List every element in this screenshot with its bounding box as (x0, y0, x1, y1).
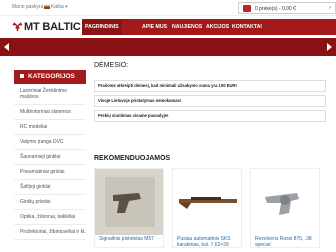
nav-about[interactable]: APIE MUS (142, 24, 167, 30)
product-image[interactable] (95, 169, 164, 235)
site-logo[interactable]: MT BALTIC (12, 20, 82, 34)
product-card[interactable]: Revolveris Rossi 875, .38 special (250, 168, 320, 248)
category-item[interactable]: RC modeliai (14, 120, 86, 135)
product-image[interactable] (251, 169, 320, 235)
product-image[interactable] (173, 169, 242, 235)
list-square-icon (20, 74, 24, 79)
notice-row: Visoje Lietuvoje pristatymas nemokamas! (94, 95, 326, 107)
account-menu[interactable]: Mano paskyra ▾ (12, 4, 47, 10)
category-item[interactable]: Šaunamieji ginklai (14, 150, 86, 165)
hero-slider (0, 38, 336, 56)
nav-news[interactable]: NAUJIENOS (172, 24, 202, 30)
brand-name: MT BALTIC (24, 21, 81, 33)
main-navigation: PAGRINDINIS APIE MUS NAUJIENOS AKCIJOS K… (82, 19, 336, 35)
category-sidebar: KATEGORIJOS Lazeriniai Ženklinimo mašino… (14, 70, 86, 240)
language-menu[interactable]: Kalba ▾ (44, 4, 68, 10)
category-item[interactable]: Multirotoriniai sistemos (14, 105, 86, 120)
category-item[interactable]: Šalt|eji ginklai (14, 180, 86, 195)
antlers-logo-icon (12, 22, 23, 32)
language-label: Kalba ▾ (51, 4, 68, 10)
top-bar: Mano paskyra ▾ Kalba ▾ 0 prekė(s) - 0,00… (0, 0, 336, 16)
product-card[interactable]: Signalinis pistoletas M57 (94, 168, 164, 248)
categories-header: KATEGORIJOS (14, 70, 86, 84)
category-item[interactable]: Valymo įranga DVC (14, 135, 86, 150)
product-name[interactable]: Revolveris Rossi 875, .38 special (255, 236, 319, 247)
notice-row: Prašome atkreipti dėmesį, kad minimali u… (94, 80, 326, 92)
category-item[interactable]: Ginklų priedai (14, 195, 86, 210)
main-content: DĖMESIO: Prašome atkreipti dėmesį, kad m… (94, 62, 326, 125)
cart-summary: 0 prekė(s) - 0,00 € (255, 6, 296, 12)
category-item[interactable]: Pneumatiniai ginklai (14, 165, 86, 180)
category-item[interactable]: Optika, žiūronai, taikikliai (14, 210, 86, 225)
cart-widget[interactable]: 0 prekė(s) - 0,00 € › (238, 2, 336, 14)
notice-row: Prekių siuntimas visame pasaulyje! (94, 110, 326, 122)
category-item[interactable]: Prožektoriai, žibintuvėliai ir kt. (14, 225, 86, 240)
slider-prev-icon[interactable] (4, 43, 9, 51)
nav-sales[interactable]: AKCIJOS (206, 24, 229, 30)
lithuania-flag-icon (44, 4, 50, 9)
recommended-title: REKOMENDUOJAMOS (94, 155, 171, 162)
product-card[interactable]: Pusiau automatinis SKS karabinas, kal. 7… (172, 168, 242, 248)
categories-title: KATEGORIJOS (28, 73, 75, 80)
nav-contacts[interactable]: KONTAKTAI (232, 24, 262, 30)
cart-icon (243, 5, 251, 12)
product-name[interactable]: Signalinis pistoletas M57 (99, 236, 154, 242)
product-name[interactable]: Pusiau automatinis SKS karabinas, kal. 7… (177, 236, 241, 247)
slider-next-icon[interactable] (327, 43, 332, 51)
chevron-right-icon: › (329, 5, 331, 11)
category-item[interactable]: Lazeriniai Ženklinimo mašinos (14, 84, 86, 105)
notice-title: DĖMESIO: (94, 62, 129, 69)
nav-home[interactable]: PAGRINDINIS (82, 19, 122, 35)
